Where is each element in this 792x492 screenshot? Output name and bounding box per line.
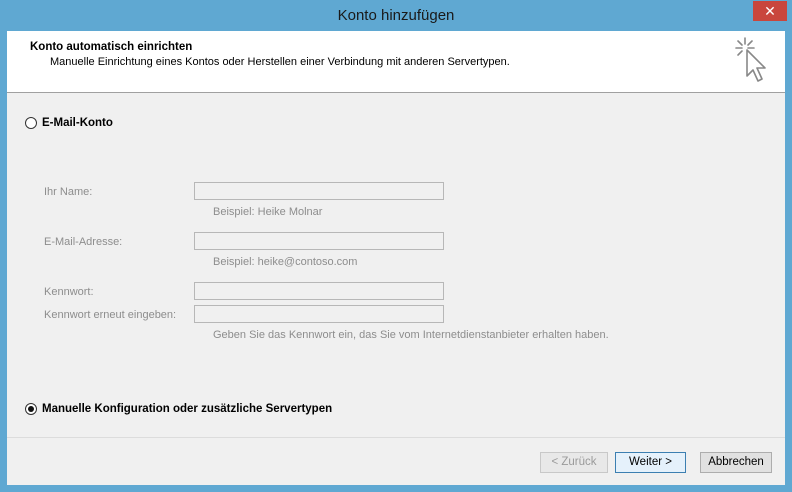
title-bar[interactable]: Konto hinzufügen ✕: [0, 0, 792, 32]
footer-divider: [7, 437, 785, 438]
cancel-button[interactable]: Abbrechen: [700, 452, 772, 473]
wizard-header: Konto automatisch einrichten Manuelle Ei…: [7, 31, 785, 93]
header-title: Konto automatisch einrichten: [30, 41, 193, 53]
next-button[interactable]: Weiter >: [615, 452, 686, 473]
password-confirm-label: Kennwort erneut eingeben:: [44, 309, 177, 321]
manual-config-label: Manuelle Konfiguration oder zusätzliche …: [42, 403, 333, 415]
dialog-window: Konto hinzufügen ✕ Konto automatisch ein…: [0, 0, 792, 492]
manual-config-option[interactable]: Manuelle Konfiguration oder zusätzliche …: [25, 403, 332, 415]
password-confirm-input[interactable]: [194, 305, 444, 323]
window-title: Konto hinzufügen: [337, 7, 455, 24]
name-input[interactable]: [194, 182, 444, 200]
wizard-cursor-icon: [735, 37, 766, 82]
header-subtitle: Manuelle Einrichtung eines Kontos oder H…: [50, 56, 510, 68]
name-label: Ihr Name:: [44, 186, 93, 198]
close-icon: ✕: [764, 3, 776, 19]
email-label: E-Mail-Adresse:: [44, 236, 123, 248]
back-button[interactable]: < Zurück: [540, 452, 608, 473]
close-button[interactable]: ✕: [753, 1, 787, 21]
email-account-label: E-Mail-Konto: [42, 117, 113, 129]
email-account-radio[interactable]: [25, 117, 37, 129]
password-hint: Geben Sie das Kennwort ein, das Sie vom …: [213, 329, 609, 341]
password-input[interactable]: [194, 282, 444, 300]
name-hint: Beispiel: Heike Molnar: [213, 206, 323, 218]
manual-config-radio[interactable]: [25, 403, 37, 415]
password-label: Kennwort:: [44, 286, 94, 298]
email-hint: Beispiel: heike@contoso.com: [213, 256, 358, 268]
email-input[interactable]: [194, 232, 444, 250]
email-account-option[interactable]: E-Mail-Konto: [25, 117, 113, 129]
dialog-content: Konto automatisch einrichten Manuelle Ei…: [7, 31, 785, 485]
